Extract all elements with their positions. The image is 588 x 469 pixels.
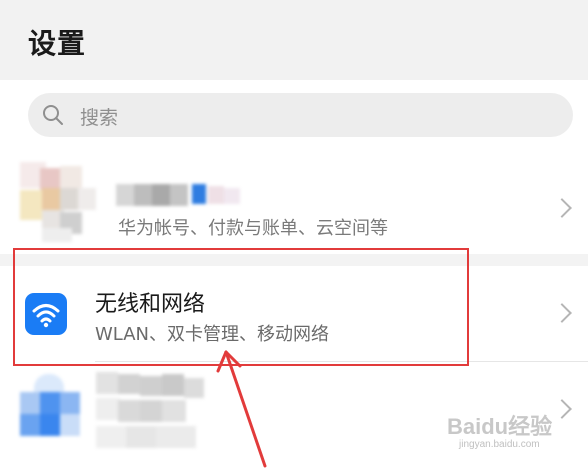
page-title: 设置 (28, 27, 87, 60)
search-icon (43, 105, 63, 125)
search-bar[interactable]: 搜索 (28, 93, 573, 137)
watermark: Baidu经验 jingyan.baidu.com (447, 409, 553, 450)
highlight-box (13, 248, 469, 366)
chevron-right-icon (552, 399, 572, 419)
blurred-account-name (116, 178, 248, 208)
account-subtitle: 华为帐号、付款与账单、云空间等 (118, 218, 388, 239)
blurred-item-text (96, 372, 216, 456)
chevron-right-icon (552, 303, 572, 323)
blurred-icon (20, 374, 80, 440)
watermark-subtext: jingyan.baidu.com (459, 439, 540, 450)
search-input[interactable]: 搜索 (80, 103, 118, 130)
blurred-avatar-icon (20, 162, 98, 242)
chevron-right-icon (552, 198, 572, 218)
watermark-text: Baidu经验 (447, 414, 553, 439)
header: 设置 (0, 0, 588, 80)
search-section: 搜索 (0, 80, 588, 148)
settings-item-account[interactable]: 华为帐号、付款与账单、云空间等 (0, 148, 588, 254)
